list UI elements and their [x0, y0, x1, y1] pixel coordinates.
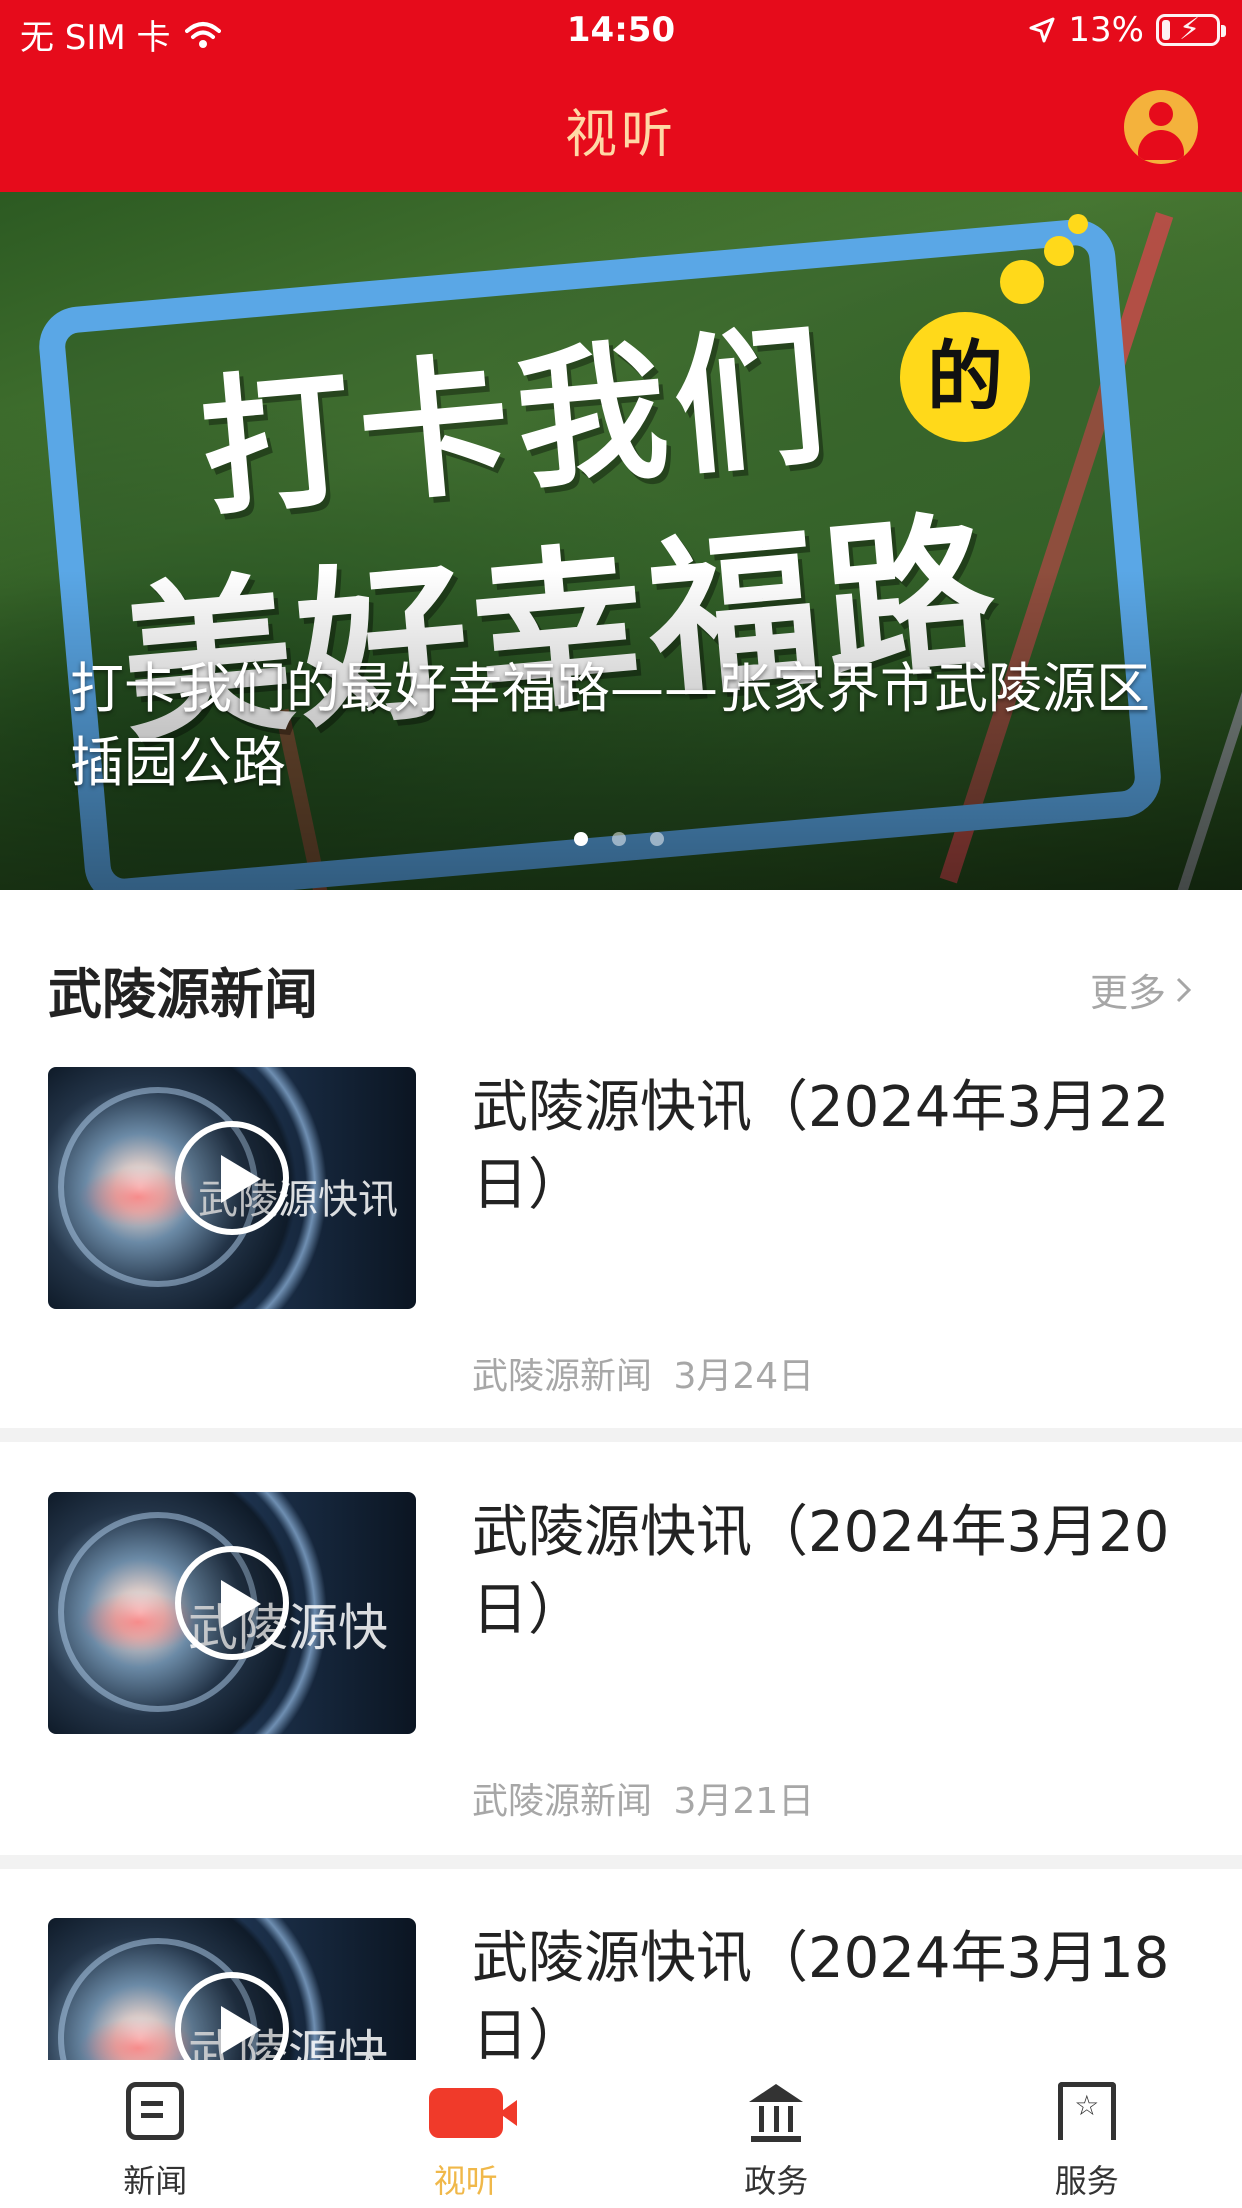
item-title[interactable]: 武陵源快讯（2024年3月18日）: [472, 1920, 1194, 2060]
chevron-right-icon: [1176, 977, 1192, 1002]
status-bar: 无 SIM 卡 14:50 13% ⚡: [0, 0, 1242, 62]
item-title[interactable]: 武陵源快讯（2024年3月20日）: [472, 1494, 1194, 1650]
tab-service[interactable]: 服务: [932, 2060, 1242, 2208]
pager-dot[interactable]: [612, 832, 626, 846]
list-item[interactable]: 武陵源快 武陵源快讯（2024年3月20日） 武陵源新闻 3月21日: [0, 1492, 1242, 1904]
news-icon: [126, 2082, 185, 2140]
location-arrow-icon: [1029, 17, 1055, 43]
user-avatar-icon[interactable]: [1124, 90, 1198, 164]
battery-percent: 13%: [1068, 10, 1144, 50]
bottom-tab-bar: 新闻 视听 政务 服务: [0, 2060, 1242, 2208]
tab-news[interactable]: 新闻: [0, 2060, 311, 2208]
tab-government[interactable]: 政务: [621, 2060, 932, 2208]
tab-label: 服务: [1054, 2162, 1119, 2200]
play-icon[interactable]: [175, 1121, 289, 1235]
divider: [0, 1855, 1242, 1869]
page-title: 视听: [564, 105, 677, 165]
battery-icon: ⚡: [1156, 13, 1226, 47]
government-building-icon: [747, 2082, 805, 2142]
service-bookmark-icon: [1057, 2082, 1116, 2150]
item-title[interactable]: 武陵源快讯（2024年3月22日）: [472, 1069, 1194, 1225]
list-item[interactable]: 武陵源快 武陵源快讯（2024年3月18日）: [0, 1918, 1242, 2060]
item-source: 武陵源新闻: [472, 1356, 653, 1397]
banner-carousel[interactable]: 打卡我们 的 美好幸福路 打卡我们的最好幸福路——张家界市武陵源区插园公路: [0, 192, 1242, 890]
play-icon[interactable]: [175, 1546, 289, 1660]
carousel-pager: [574, 832, 664, 846]
more-link[interactable]: 更多: [1090, 962, 1194, 1017]
tab-label: 视听: [433, 2162, 498, 2200]
tab-label: 政务: [744, 2162, 809, 2200]
video-camera-icon: [428, 2088, 517, 2138]
list-item[interactable]: 武陵源快讯 武陵源快讯（2024年3月22日） 武陵源新闻 3月24日: [0, 1067, 1242, 1479]
video-thumbnail[interactable]: 武陵源快: [48, 1492, 416, 1734]
item-date: 3月24日: [673, 1356, 815, 1397]
more-label[interactable]: 更多: [1090, 962, 1166, 1017]
video-thumbnail[interactable]: 武陵源快: [48, 1918, 416, 2060]
nav-bar: 视听: [0, 62, 1242, 192]
divider: [0, 1428, 1242, 1442]
pager-dot[interactable]: [650, 832, 664, 846]
video-thumbnail[interactable]: 武陵源快讯: [48, 1067, 416, 1309]
item-meta: 武陵源新闻 3月21日: [472, 1772, 814, 1824]
pager-dot-active[interactable]: [574, 832, 588, 846]
item-date: 3月21日: [673, 1781, 815, 1822]
item-source: 武陵源新闻: [472, 1781, 653, 1822]
banner-caption[interactable]: 打卡我们的最好幸福路——张家界市武陵源区插园公路: [70, 652, 1180, 800]
banner-headline-badge: 的: [900, 312, 1030, 442]
section-title: 武陵源新闻: [48, 963, 318, 1026]
tab-video[interactable]: 视听: [311, 2060, 622, 2208]
tab-label: 新闻: [123, 2162, 188, 2200]
item-meta: 武陵源新闻 3月24日: [472, 1347, 814, 1399]
